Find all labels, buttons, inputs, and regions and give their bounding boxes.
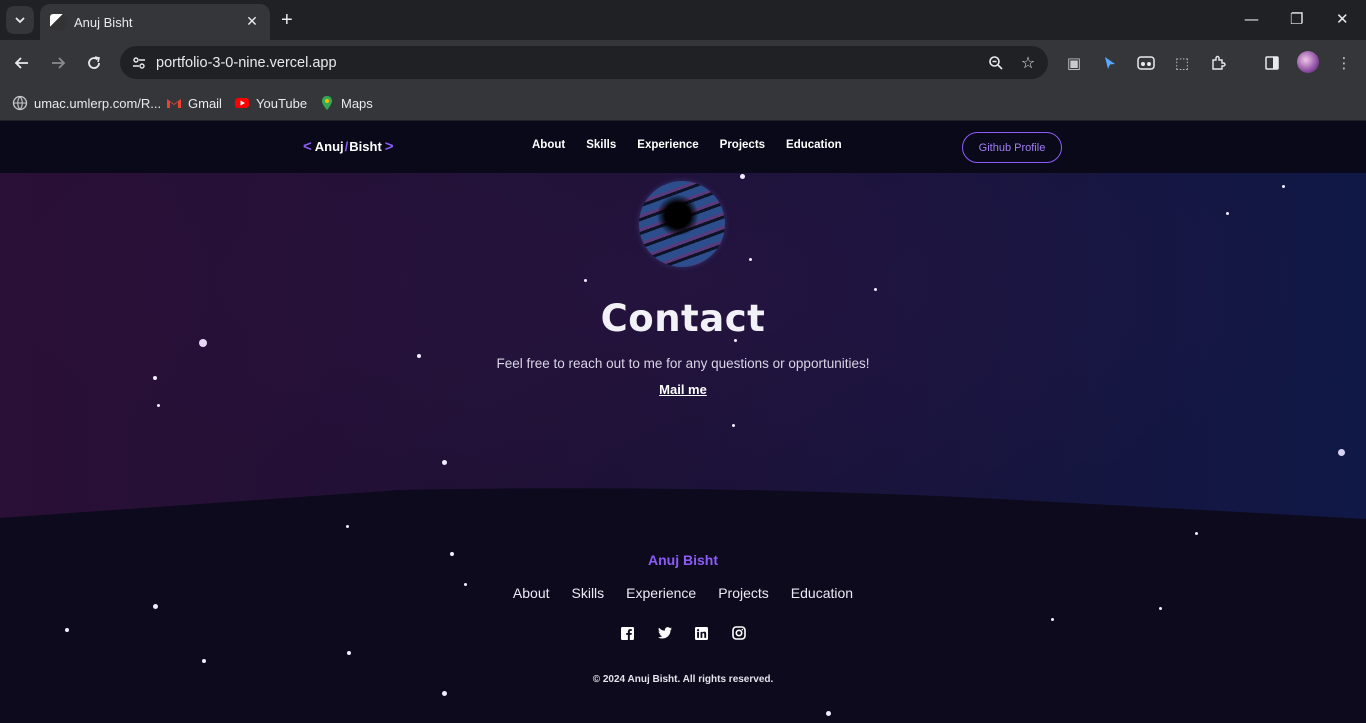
star — [1338, 449, 1345, 456]
copyright-text: © 2024 Anuj Bisht. All rights reserved. — [592, 674, 774, 685]
tab-search-button[interactable] — [6, 6, 34, 34]
reload-icon — [88, 56, 100, 69]
bookmark-label: Maps — [341, 95, 373, 111]
profile-avatar[interactable] — [1297, 51, 1319, 73]
star — [442, 691, 447, 696]
linkedin-icon[interactable] — [695, 626, 709, 640]
reload-button[interactable] — [82, 51, 106, 75]
footer-link-projects[interactable]: Projects — [718, 585, 769, 601]
bookmark-maps[interactable]: Maps — [319, 92, 373, 114]
twitter-icon[interactable] — [657, 626, 672, 640]
maps-icon — [322, 96, 332, 110]
bookmark-label: umac.umlerp.com/R... — [34, 95, 162, 111]
address-bar[interactable]: portfolio-3-0-nine.vercel.app ☆ — [120, 46, 1048, 79]
star — [153, 376, 157, 380]
extension-cursor-icon[interactable] — [1098, 51, 1122, 75]
star — [1195, 532, 1198, 535]
github-profile-button[interactable]: Github Profile — [962, 132, 1062, 163]
star — [1226, 212, 1229, 215]
footer-link-experience[interactable]: Experience — [626, 585, 696, 601]
web-page: < Anuj / Bisht > About Skills Experience… — [0, 121, 1366, 723]
nav-links: About Skills Experience Projects Educati… — [532, 139, 863, 151]
extension-cast-icon[interactable]: ▣ — [1062, 51, 1086, 75]
bookmark-gmail[interactable]: Gmail — [166, 92, 222, 114]
star — [749, 258, 752, 261]
tab-close-icon[interactable]: ✕ — [244, 14, 260, 30]
bookmark-star-icon[interactable]: ☆ — [1016, 51, 1040, 75]
globe-icon — [12, 95, 28, 111]
nav-link-education[interactable]: Education — [786, 139, 842, 151]
star — [346, 525, 349, 528]
globe-animation — [639, 181, 725, 267]
instagram-icon[interactable] — [731, 626, 746, 640]
bookmarks-bar: umac.umlerp.com/R... Gmail YouTube Maps — [0, 85, 1366, 121]
nav-link-skills[interactable]: Skills — [586, 139, 616, 151]
bookmark-umac[interactable]: umac.umlerp.com/R... — [12, 92, 161, 114]
chevron-down-icon — [15, 17, 25, 24]
star — [442, 460, 447, 465]
extensions-puzzle-icon[interactable] — [1206, 51, 1230, 75]
restore-button[interactable]: ❐ — [1290, 10, 1303, 28]
browser-tab[interactable]: Anuj Bisht ✕ — [40, 4, 270, 40]
zoom-icon[interactable] — [984, 51, 1008, 75]
browser-menu-icon[interactable]: ⋮ — [1332, 51, 1356, 75]
site-navbar: < Anuj / Bisht > About Skills Experience… — [0, 121, 1366, 173]
star — [874, 288, 877, 291]
star — [732, 424, 735, 427]
star — [584, 279, 587, 282]
footer-link-skills[interactable]: Skills — [572, 585, 605, 601]
star — [157, 404, 160, 407]
facebook-icon[interactable] — [621, 626, 635, 640]
bookmark-youtube[interactable]: YouTube — [234, 92, 307, 114]
nav-link-experience[interactable]: Experience — [637, 139, 698, 151]
site-logo[interactable]: < Anuj / Bisht > — [303, 138, 394, 155]
youtube-icon — [235, 98, 249, 108]
star — [740, 174, 745, 179]
mail-me-link-text[interactable]: Mail me — [659, 382, 707, 397]
nav-link-about[interactable]: About — [532, 139, 565, 151]
social-links — [0, 626, 1366, 640]
minimize-button[interactable]: — — [1244, 10, 1259, 28]
browser-tabstrip: Anuj Bisht ✕ + — ❐ ✕ — [0, 0, 1366, 40]
tab-favicon-icon — [50, 14, 66, 30]
extension-screenshot-icon[interactable]: ⬚ — [1170, 51, 1194, 75]
contact-title: Contact — [600, 297, 766, 340]
close-window-button[interactable]: ✕ — [1336, 10, 1349, 28]
star — [1159, 607, 1162, 610]
chevron-right-icon: > — [384, 138, 394, 155]
arrow-left-icon — [14, 57, 28, 69]
side-panel-icon[interactable] — [1260, 51, 1284, 75]
star — [199, 339, 207, 347]
tab-title: Anuj Bisht — [74, 14, 133, 30]
brand-first-name: Anuj — [314, 139, 344, 154]
contact-subtitle: Feel free to reach out to me for any que… — [496, 356, 870, 371]
forward-button[interactable] — [46, 51, 70, 75]
footer-name: Anuj Bisht — [648, 552, 718, 568]
brand-slash: / — [344, 139, 349, 154]
new-tab-button[interactable]: + — [281, 9, 293, 31]
arrow-right-icon — [52, 57, 66, 69]
bookmark-label: YouTube — [256, 95, 308, 111]
brand-last-name: Bisht — [349, 139, 382, 154]
star — [1282, 185, 1285, 188]
mail-me-link: Mail me — [0, 382, 1366, 397]
browser-toolbar: portfolio-3-0-nine.vercel.app ☆ ▣ ⬚ ⋮ — [0, 40, 1366, 85]
nav-link-projects[interactable]: Projects — [720, 139, 765, 151]
star — [347, 651, 351, 655]
footer-links: About Skills Experience Projects Educati… — [0, 585, 1366, 601]
extension-eyes-icon[interactable] — [1134, 51, 1158, 75]
footer-link-education[interactable]: Education — [791, 585, 853, 601]
bookmark-label: Gmail — [188, 95, 222, 111]
footer-link-about[interactable]: About — [513, 585, 550, 601]
gmail-icon — [167, 99, 181, 108]
star — [153, 604, 158, 609]
url-text: portfolio-3-0-nine.vercel.app — [156, 54, 337, 71]
chevron-left-icon: < — [303, 138, 312, 155]
star — [826, 711, 831, 716]
star — [202, 659, 206, 663]
site-info-icon[interactable] — [128, 52, 150, 74]
star — [1051, 618, 1054, 621]
back-button[interactable] — [10, 51, 34, 75]
